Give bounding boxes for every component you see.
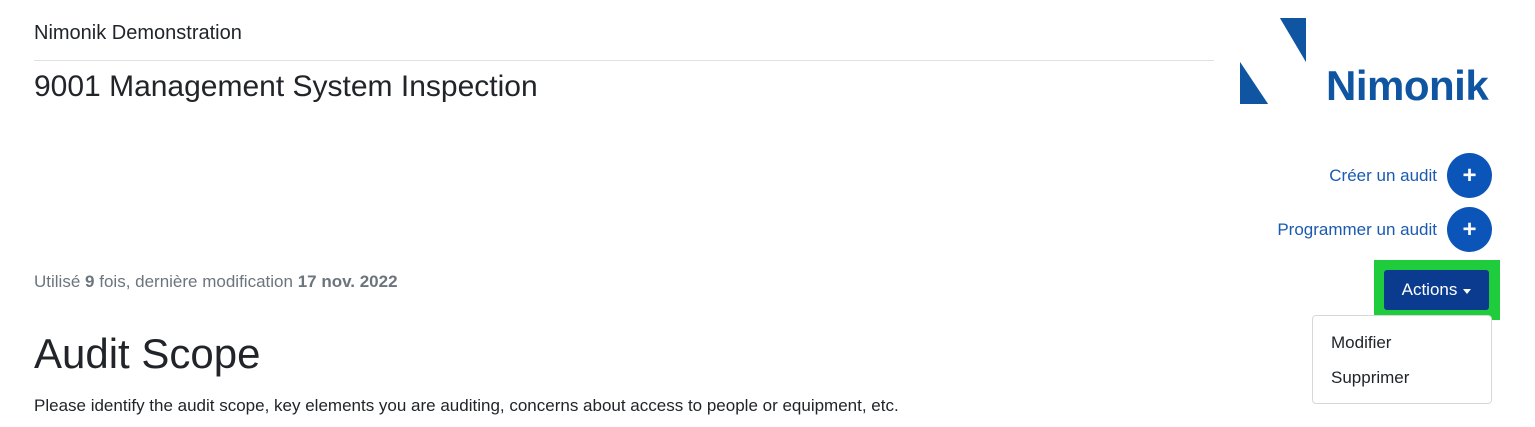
usage-middle: fois, dernière modification [99, 272, 293, 291]
template-title: 9001 Management System Inspection [34, 70, 538, 103]
section-description: Please identify the audit scope, key ele… [34, 396, 899, 415]
menu-item-supprimer[interactable]: Supprimer [1331, 368, 1409, 388]
schedule-audit-plus-icon[interactable]: + [1447, 207, 1492, 252]
caret-down-icon [1463, 288, 1472, 294]
usage-prefix: Utilisé [34, 272, 81, 291]
nimonik-logo-text: Nimonik [1326, 62, 1489, 109]
organization-name: Nimonik Demonstration [34, 22, 242, 44]
usage-info: Utilisé 9 fois, dernière modification 17… [34, 272, 398, 292]
header-divider [34, 60, 1214, 61]
create-audit-label[interactable]: Créer un audit [1329, 166, 1437, 186]
usage-count: 9 [85, 272, 95, 291]
usage-date: 17 nov. 2022 [297, 272, 398, 291]
actions-dropdown-button[interactable]: Actions [1384, 270, 1489, 310]
create-audit-link[interactable]: Créer un audit + [1329, 153, 1492, 198]
menu-item-modifier[interactable]: Modifier [1331, 333, 1391, 353]
schedule-audit-link[interactable]: Programmer un audit + [1277, 207, 1492, 252]
actions-dropdown-menu: Modifier Supprimer [1312, 315, 1492, 404]
create-audit-plus-icon[interactable]: + [1447, 153, 1492, 198]
nimonik-logo-mark-icon [1240, 18, 1306, 104]
nimonik-logo: Nimonik [1240, 18, 1500, 109]
schedule-audit-label[interactable]: Programmer un audit [1277, 220, 1437, 240]
actions-button-label: Actions [1401, 280, 1458, 299]
section-heading: Audit Scope [34, 330, 261, 377]
